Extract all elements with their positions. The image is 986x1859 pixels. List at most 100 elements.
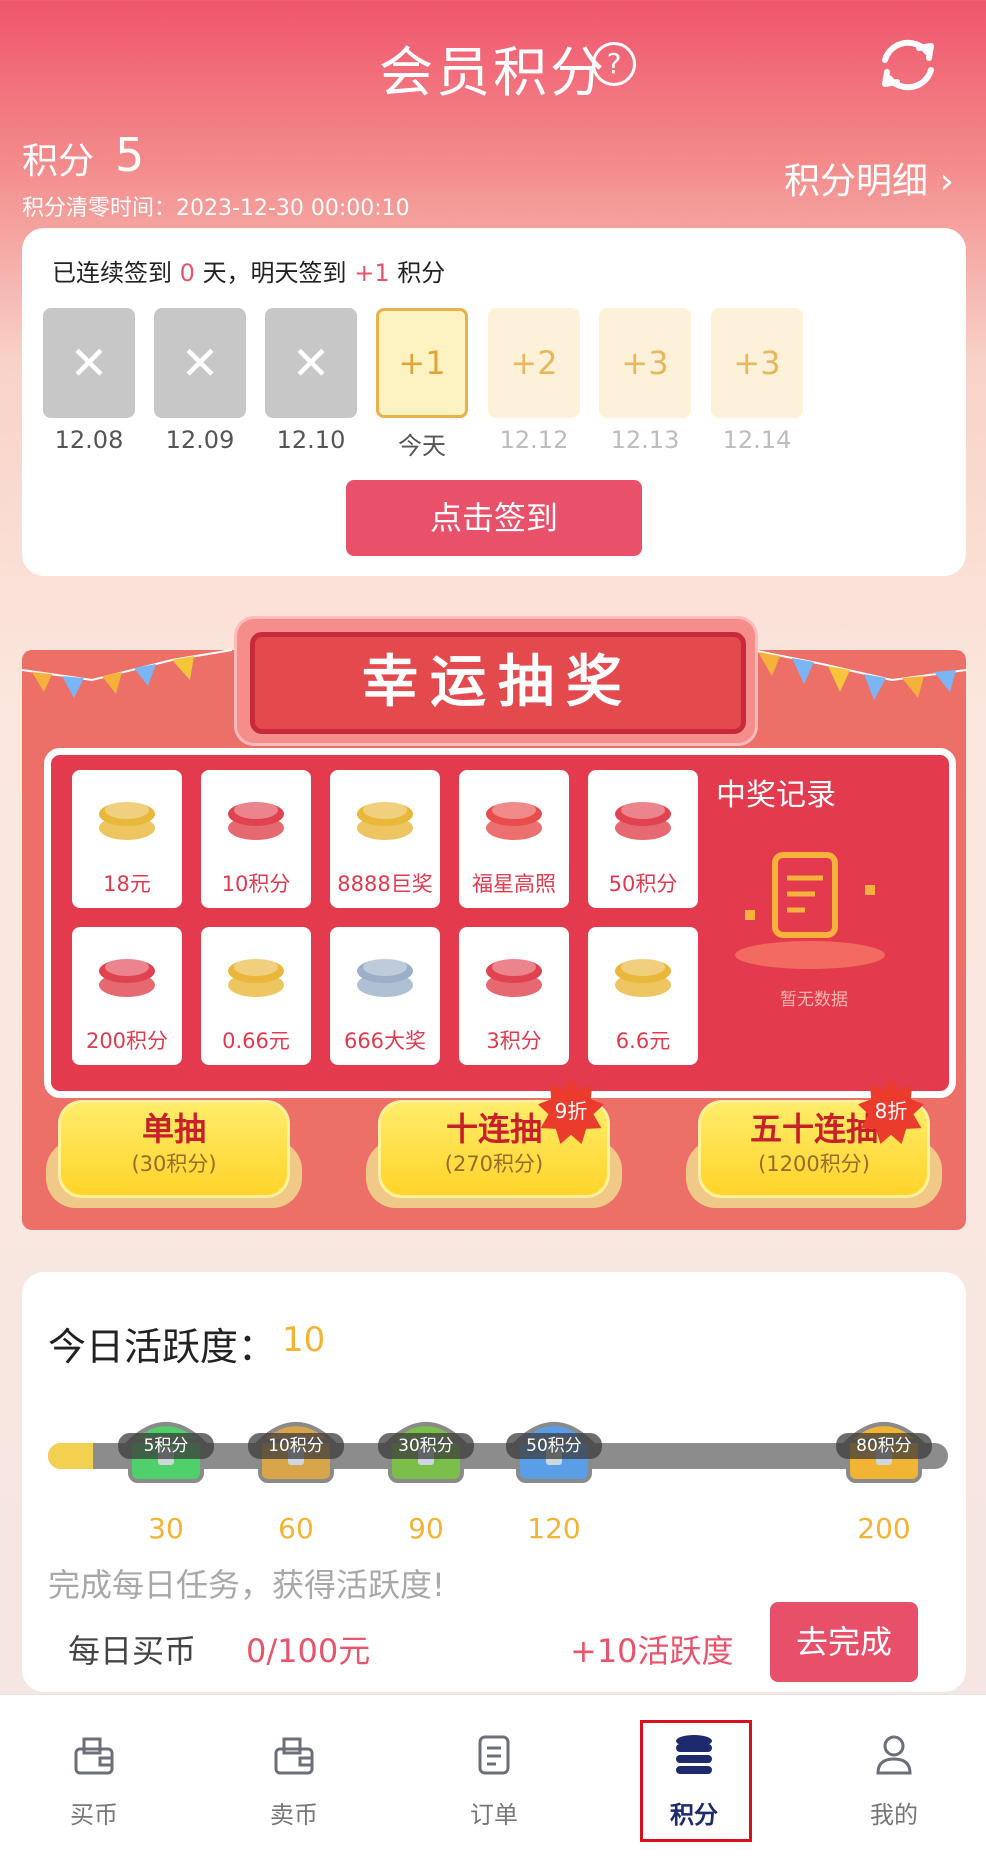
chest-threshold: 90 bbox=[408, 1512, 444, 1545]
chest-threshold: 200 bbox=[857, 1512, 911, 1545]
prize-item: 666大奖 bbox=[330, 927, 440, 1065]
help-icon[interactable]: ? bbox=[592, 42, 636, 86]
chest-threshold: 30 bbox=[148, 1512, 184, 1545]
checkin-day-2: ✕ bbox=[265, 308, 357, 418]
prize-name: 8888巨奖 bbox=[337, 872, 433, 896]
empty-record-icon bbox=[735, 852, 885, 969]
prize-item: 3积分 bbox=[459, 927, 569, 1065]
checkin-day-0: ✕ bbox=[43, 308, 135, 418]
checkin-day-date: 今天 bbox=[398, 432, 446, 460]
draw-button-0[interactable]: 单抽 (30积分) bbox=[46, 1100, 302, 1210]
draw-button-2[interactable]: 五十连抽 (1200积分) 8折 bbox=[686, 1078, 942, 1210]
checkin-day-4: +2 bbox=[488, 308, 580, 418]
prize-name: 200积分 bbox=[85, 1029, 169, 1053]
prize-icon bbox=[615, 958, 671, 997]
reward-chest[interactable]: 10积分 bbox=[248, 1407, 344, 1487]
prize-icon bbox=[228, 801, 284, 840]
activity-progress-fill bbox=[48, 1443, 93, 1469]
draw-cost: (1200积分) bbox=[758, 1152, 870, 1176]
task-name: 每日买币 bbox=[68, 1632, 197, 1670]
prize-item: 10积分 bbox=[201, 770, 311, 908]
prize-icon bbox=[228, 958, 284, 997]
draw-cost: (270积分) bbox=[444, 1152, 544, 1176]
prize-item: 8888巨奖 bbox=[330, 770, 440, 908]
task-reward: +10活跃度 bbox=[570, 1632, 734, 1670]
prize-item: 0.66元 bbox=[201, 927, 311, 1065]
draw-cost: (30积分) bbox=[131, 1152, 217, 1176]
activity-label: 今日活跃度： bbox=[48, 1325, 277, 1369]
chest-reward: 80积分 bbox=[836, 1433, 932, 1459]
prize-icon bbox=[357, 801, 413, 840]
chest-reward: 5积分 bbox=[118, 1433, 214, 1459]
checkin-day-5: +3 bbox=[599, 308, 691, 418]
user-icon bbox=[876, 1735, 912, 1775]
checkin-day-date: 12.09 bbox=[165, 426, 235, 454]
bottom-tab-bar: 买币 卖币 订单 积分 我的 bbox=[0, 1694, 986, 1859]
win-record-title[interactable]: 中奖记录 bbox=[716, 770, 836, 814]
draw-button-1[interactable]: 十连抽 (270积分) 9折 bbox=[366, 1078, 622, 1210]
points-value: 5 bbox=[115, 128, 145, 182]
prize-icon bbox=[357, 958, 413, 997]
prize-item: 50积分 bbox=[588, 770, 698, 908]
checkin-day-date: 12.14 bbox=[722, 426, 792, 454]
tab-label: 订单 bbox=[470, 1801, 518, 1829]
wallet-icon bbox=[274, 1737, 314, 1775]
prize-icon bbox=[99, 801, 155, 840]
reward-chest[interactable]: 50积分 bbox=[506, 1407, 602, 1487]
chest-reward: 50积分 bbox=[506, 1433, 602, 1459]
streak-suffix: 积分 bbox=[397, 259, 446, 287]
checkin-day-date: 12.10 bbox=[276, 426, 346, 454]
prize-name: 0.66元 bbox=[222, 1029, 290, 1053]
prize-item: 福星高照 bbox=[459, 770, 569, 908]
activity-card: 今日活跃度： 10 5积分 30 10积分 60 30积分 90 50积分 120 80积分 20… bbox=[22, 1272, 966, 1692]
prize-icon bbox=[486, 958, 542, 997]
checkin-card: 已连续签到 0 天，明天签到 +1 积分 ✕ 12.08 ✕ 12.09 ✕ 12.10 +… bbox=[22, 228, 966, 576]
chest-reward: 10积分 bbox=[248, 1433, 344, 1459]
prize-item: 18元 bbox=[72, 770, 182, 908]
prize-icon bbox=[615, 801, 671, 840]
prize-name: 6.6元 bbox=[615, 1029, 671, 1053]
reward-chest[interactable]: 30积分 bbox=[378, 1407, 474, 1487]
prize-name: 18元 bbox=[103, 872, 151, 896]
prize-name: 666大奖 bbox=[343, 1029, 427, 1053]
lottery-title: 幸运抽奖 bbox=[250, 632, 746, 734]
active-tab-highlight bbox=[640, 1720, 752, 1842]
wallet-icon bbox=[74, 1737, 114, 1775]
reward-chest[interactable]: 5积分 bbox=[118, 1407, 214, 1487]
streak-days: 0 bbox=[179, 259, 195, 287]
prize-item: 6.6元 bbox=[588, 927, 698, 1065]
prize-item: 200积分 bbox=[72, 927, 182, 1065]
tab-0[interactable]: 买币 bbox=[0, 1695, 194, 1859]
tab-2[interactable]: 订单 bbox=[394, 1695, 594, 1859]
checkin-day-6: +3 bbox=[711, 308, 803, 418]
refresh-icon[interactable] bbox=[875, 32, 941, 98]
prize-name: 3积分 bbox=[486, 1029, 542, 1053]
points-detail-link[interactable]: 积分明细 › bbox=[784, 152, 954, 204]
tab-label: 卖币 bbox=[270, 1801, 318, 1829]
win-record-empty: 暂无数据 bbox=[780, 990, 848, 1010]
page-title: 会员积分 bbox=[379, 41, 607, 104]
order-icon bbox=[478, 1735, 510, 1775]
checkin-day-3: +1 bbox=[376, 308, 468, 418]
checkin-streak-text: 已连续签到 0 天，明天签到 +1 积分 bbox=[52, 253, 445, 288]
task-complete-button[interactable]: 去完成 bbox=[770, 1602, 918, 1682]
checkin-day-date: 12.08 bbox=[54, 426, 124, 454]
prize-name: 10积分 bbox=[221, 872, 291, 896]
checkin-button[interactable]: 点击签到 bbox=[346, 480, 642, 556]
tab-label: 买币 bbox=[70, 1801, 118, 1829]
tab-4[interactable]: 我的 bbox=[794, 1695, 986, 1859]
streak-prefix: 已连续签到 bbox=[52, 259, 172, 287]
chest-reward: 30积分 bbox=[378, 1433, 474, 1459]
checkin-day-date: 12.12 bbox=[499, 426, 569, 454]
reward-chest[interactable]: 80积分 bbox=[836, 1407, 932, 1487]
points-label: 积分 bbox=[22, 141, 95, 182]
tab-1[interactable]: 卖币 bbox=[194, 1695, 394, 1859]
points-expire-time: 积分清零时间：2023-12-30 00:00:10 bbox=[22, 196, 410, 221]
prize-icon bbox=[486, 801, 542, 840]
streak-mid: 天，明天签到 bbox=[202, 259, 347, 287]
tab-label: 我的 bbox=[870, 1801, 918, 1829]
chest-threshold: 120 bbox=[527, 1512, 581, 1545]
chest-threshold: 60 bbox=[278, 1512, 314, 1545]
prize-icon bbox=[99, 958, 155, 997]
draw-name: 单抽 bbox=[141, 1110, 206, 1148]
